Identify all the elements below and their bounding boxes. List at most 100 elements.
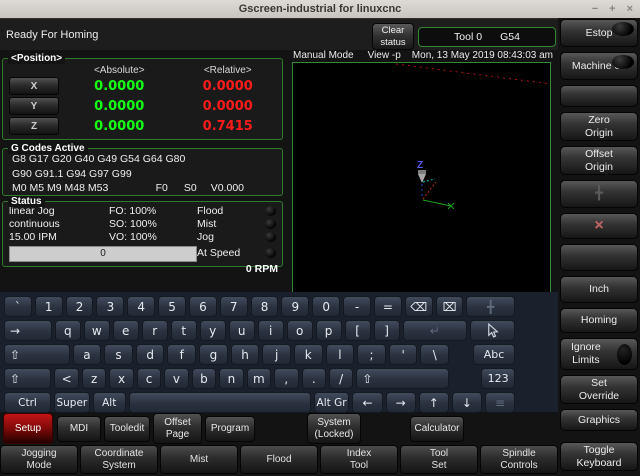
- key-slash[interactable]: /: [329, 368, 353, 389]
- key-backslash[interactable]: \: [420, 344, 449, 365]
- key-bracket-left[interactable]: [: [345, 320, 371, 341]
- key-less-than[interactable]: <: [54, 368, 78, 389]
- sidebar-button-homing[interactable]: Homing: [560, 308, 638, 333]
- key-w[interactable]: w: [84, 320, 110, 341]
- key-1[interactable]: 1: [35, 296, 63, 317]
- jogging-mode-button[interactable]: Jogging Mode: [0, 445, 78, 474]
- key-k[interactable]: k: [294, 344, 323, 365]
- key-m[interactable]: m: [247, 368, 271, 389]
- key-comma[interactable]: ,: [274, 368, 298, 389]
- key-8[interactable]: 8: [251, 296, 279, 317]
- key-arrow-right[interactable]: →: [386, 392, 416, 413]
- key-apostrophe[interactable]: ': [389, 344, 418, 365]
- key-123[interactable]: 123: [481, 368, 514, 389]
- key-o[interactable]: o: [287, 320, 313, 341]
- key-arrow-up[interactable]: ↑: [419, 392, 449, 413]
- key-3[interactable]: 3: [96, 296, 124, 317]
- sidebar-button-blank-2[interactable]: [560, 244, 638, 271]
- key-backtick[interactable]: `: [4, 296, 32, 317]
- index-tool-button[interactable]: Index Tool: [320, 445, 398, 474]
- key-semicolon[interactable]: ;: [357, 344, 386, 365]
- key-9[interactable]: 9: [281, 296, 309, 317]
- minimize-icon[interactable]: −: [592, 3, 598, 15]
- key-c[interactable]: c: [137, 368, 161, 389]
- sidebar-button-offset-origin[interactable]: Offset Origin: [560, 146, 638, 175]
- gremlin-3d-view[interactable]: Z: [292, 62, 551, 293]
- key-equals[interactable]: =: [374, 296, 402, 317]
- key-t[interactable]: t: [171, 320, 197, 341]
- key-r[interactable]: r: [142, 320, 168, 341]
- key-v[interactable]: v: [164, 368, 188, 389]
- key-n[interactable]: n: [219, 368, 243, 389]
- key-e[interactable]: e: [113, 320, 139, 341]
- key-super[interactable]: Super: [54, 392, 90, 413]
- key-j[interactable]: j: [262, 344, 291, 365]
- key-enter[interactable]: ↵: [403, 320, 467, 341]
- key-caps-lock[interactable]: ⇧: [4, 344, 70, 365]
- key-b[interactable]: b: [192, 368, 216, 389]
- sidebar-button-graphics[interactable]: Graphics: [560, 409, 638, 431]
- key-g[interactable]: g: [199, 344, 228, 365]
- sidebar-button-machine-on[interactable]: Machine on: [560, 52, 638, 80]
- key-menu[interactable]: ≡: [485, 392, 515, 413]
- sidebar-button-move[interactable]: ╋: [560, 180, 638, 208]
- key-cursor[interactable]: [470, 320, 515, 341]
- key-f[interactable]: f: [167, 344, 196, 365]
- axis-y-button[interactable]: Y: [9, 97, 59, 115]
- key-y[interactable]: y: [200, 320, 226, 341]
- key-i[interactable]: i: [258, 320, 284, 341]
- key-bracket-right[interactable]: ]: [374, 320, 400, 341]
- key-6[interactable]: 6: [189, 296, 217, 317]
- clear-status-button[interactable]: Clear status: [372, 23, 414, 50]
- program-button[interactable]: Program: [205, 416, 255, 442]
- mist-button[interactable]: Mist: [160, 445, 238, 474]
- jog-speed-progressbar[interactable]: 0: [9, 246, 197, 262]
- key-abc[interactable]: Abc: [473, 344, 515, 365]
- key-d[interactable]: d: [136, 344, 165, 365]
- sidebar-button-set-override[interactable]: Set Override: [560, 375, 638, 404]
- tool-set-button[interactable]: Tool Set: [400, 445, 478, 474]
- sidebar-button-estop[interactable]: Estop: [560, 19, 638, 47]
- key-period[interactable]: .: [302, 368, 326, 389]
- key-symbol[interactable]: Alt Gr: [314, 392, 350, 413]
- key-shift[interactable]: ⇧: [356, 368, 448, 389]
- sidebar-button-ignore-limits[interactable]: Ignore Limits: [560, 338, 638, 370]
- key-q[interactable]: q: [55, 320, 81, 341]
- sidebar-button-cancel[interactable]: ×: [560, 213, 638, 239]
- key-5[interactable]: 5: [158, 296, 186, 317]
- key-h[interactable]: h: [231, 344, 260, 365]
- sidebar-button-inch[interactable]: Inch: [560, 276, 638, 303]
- key-tab[interactable]: →: [4, 320, 52, 341]
- key-arrow-left[interactable]: ←: [352, 392, 382, 413]
- key-l[interactable]: l: [326, 344, 355, 365]
- key-p[interactable]: p: [316, 320, 342, 341]
- key-ctrl[interactable]: Ctrl: [4, 392, 51, 413]
- key-7[interactable]: 7: [220, 296, 248, 317]
- key-shift[interactable]: ⇧: [4, 368, 51, 389]
- sidebar-button-zero-origin[interactable]: Zero Origin: [560, 112, 638, 141]
- coordinate-system-button[interactable]: Coordinate System: [80, 445, 158, 474]
- key-x[interactable]: x: [109, 368, 133, 389]
- sidebar-button-blank-1[interactable]: [560, 85, 638, 107]
- key-s[interactable]: s: [104, 344, 133, 365]
- key-delete[interactable]: ⌧: [436, 296, 464, 317]
- mdi-button[interactable]: MDI: [57, 416, 101, 442]
- setup-button[interactable]: Setup: [3, 413, 53, 444]
- key-minus[interactable]: -: [343, 296, 371, 317]
- axis-z-button[interactable]: Z: [9, 117, 59, 135]
- offset-page-button[interactable]: Offset Page: [153, 413, 202, 444]
- calculator-button[interactable]: Calculator: [410, 416, 464, 442]
- key-backspace[interactable]: ⌫: [405, 296, 433, 317]
- system-button[interactable]: System (Locked): [307, 413, 361, 444]
- key-4[interactable]: 4: [127, 296, 155, 317]
- key-arrow-down[interactable]: ↓: [452, 392, 482, 413]
- tooledit-button[interactable]: Tooledit: [104, 416, 150, 442]
- spindle-controls-button[interactable]: Spindle Controls: [480, 445, 558, 474]
- close-icon[interactable]: ×: [627, 3, 633, 15]
- key-u[interactable]: u: [229, 320, 255, 341]
- key-z[interactable]: z: [82, 368, 106, 389]
- key-2[interactable]: 2: [66, 296, 94, 317]
- key-0[interactable]: 0: [312, 296, 340, 317]
- flood-button[interactable]: Flood: [240, 445, 318, 474]
- key-space[interactable]: [129, 392, 311, 413]
